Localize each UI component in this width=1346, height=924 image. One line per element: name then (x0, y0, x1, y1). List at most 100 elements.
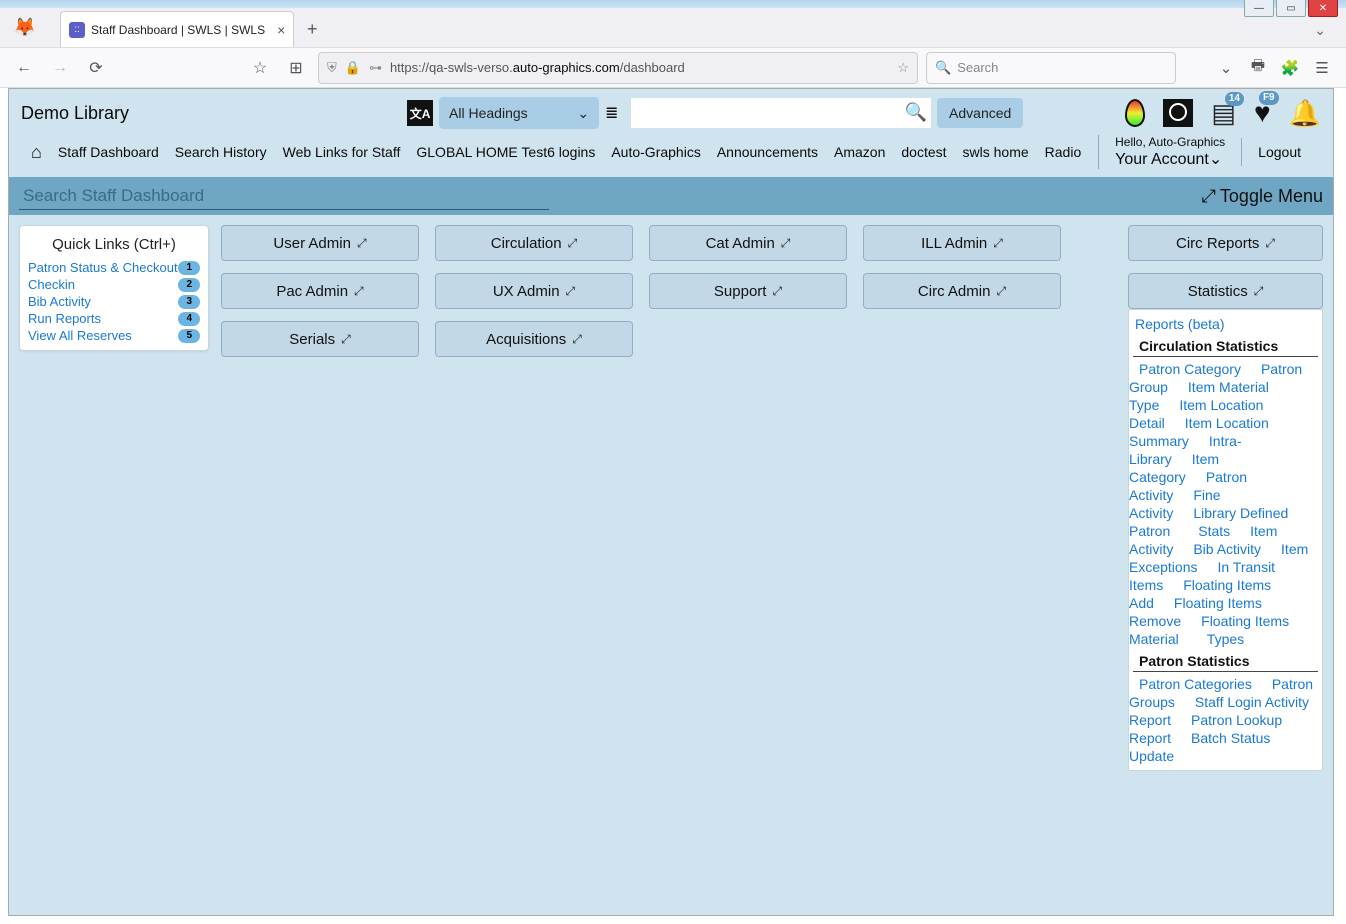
tile-circ-admin[interactable]: Circ Admin (863, 273, 1061, 309)
quicklink-link[interactable]: Run Reports (28, 311, 101, 326)
tile-statistics[interactable]: Statistics (1128, 273, 1323, 309)
database-icon[interactable]: ≣ (605, 103, 625, 123)
close-tab-button[interactable]: × (277, 22, 285, 38)
expand-icon (572, 332, 582, 347)
quicklink-link[interactable]: Patron Status & Checkout (28, 260, 178, 275)
toggle-menu-button[interactable]: ⤢ Toggle Menu (1202, 186, 1323, 207)
circ-stats-header: Circulation Statistics (1133, 334, 1318, 357)
quicklink-key-badge: 4 (178, 312, 200, 326)
extensions-puzzle-icon[interactable]: 🧩 (1276, 54, 1304, 82)
stats-link-cont[interactable]: Types (1189, 629, 1254, 649)
tab-strip: 🦊 :: Staff Dashboard | SWLS | SWLS × + ⌄ (0, 8, 1346, 48)
firefox-icon: 🦊 (10, 12, 40, 42)
dashboard-search-input[interactable] (19, 182, 549, 210)
favorites-icon-wrap[interactable]: ♥ F9 (1254, 97, 1271, 129)
app-nav: ⌂ Staff Dashboard Search History Web Lin… (9, 129, 1333, 177)
extensions-icon[interactable]: ⊞ (282, 54, 310, 82)
new-tab-button[interactable]: + (298, 15, 326, 43)
tiles-grid: User Admin Circulation Cat Admin ILL Admin P… (221, 225, 1116, 357)
tile-serials[interactable]: Serials (221, 321, 419, 357)
browser-toolbar: ← → ⟳ ☆ ⊞ ⛨ 🔒 ⊶ https://qa-swls-verso.au… (0, 48, 1346, 88)
search-cluster: ⽂A All Headings ⌄ ≣ 🔍 Advanced (407, 97, 1023, 129)
tile-ill-admin[interactable]: ILL Admin (863, 225, 1061, 261)
stats-link[interactable]: Patron Category (1129, 359, 1251, 379)
quicklink-key-badge: 1 (178, 261, 200, 275)
quicklink-link[interactable]: View All Reserves (28, 328, 132, 343)
back-button[interactable]: ← (10, 54, 38, 82)
tile-label: Circulation (491, 235, 562, 252)
menu-icon[interactable]: ☰ (1308, 54, 1336, 82)
page-scroll[interactable]: Demo Library ⽂A All Headings ⌄ ≣ 🔍 Advan… (9, 89, 1333, 915)
tile-cat-admin[interactable]: Cat Admin (649, 225, 847, 261)
tile-circ-reports[interactable]: Circ Reports (1128, 225, 1323, 261)
expand-icon (354, 284, 364, 299)
patron-stats-link[interactable]: Patron Categories (1129, 674, 1262, 694)
stats-link[interactable]: Bib Activity (1183, 539, 1271, 559)
headings-select[interactable]: All Headings ⌄ (439, 97, 599, 129)
library-name: Demo Library (21, 103, 129, 124)
quicklink-key-badge: 5 (178, 329, 200, 343)
url-bar[interactable]: ⛨ 🔒 ⊶ https://qa-swls-verso.auto-graphic… (318, 52, 918, 84)
quicklink-link[interactable]: Checkin (28, 277, 75, 292)
camera-search-icon[interactable] (1163, 99, 1193, 127)
close-window-button[interactable]: ✕ (1308, 0, 1338, 17)
tile-circulation[interactable]: Circulation (435, 225, 633, 261)
nav-auto-graphics[interactable]: Auto-Graphics (611, 144, 700, 160)
list-icon-wrap[interactable]: ▤ 14 (1211, 98, 1236, 129)
search-submit-icon[interactable]: 🔍 (905, 102, 927, 123)
reload-button[interactable]: ⟳ (82, 54, 110, 82)
nav-announcements[interactable]: Announcements (717, 144, 818, 160)
translate-icon[interactable]: ⽂A (407, 100, 433, 126)
nav-radio[interactable]: Radio (1045, 144, 1082, 160)
tile-pac-admin[interactable]: Pac Admin (221, 273, 419, 309)
chevron-down-icon: ⌄ (1209, 151, 1222, 168)
catalog-search-input[interactable] (631, 98, 931, 128)
quicklink-link[interactable]: Bib Activity (28, 294, 91, 309)
tabs-dropdown-icon[interactable]: ⌄ (1314, 22, 1326, 39)
lock-icon: 🔒 (345, 60, 361, 76)
forward-button[interactable]: → (46, 54, 74, 82)
tile-label: User Admin (273, 235, 351, 252)
nav-amazon[interactable]: Amazon (834, 144, 885, 160)
tile-acquisitions[interactable]: Acquisitions (435, 321, 633, 357)
nav-web-links[interactable]: Web Links for Staff (283, 144, 401, 160)
nav-swls-home[interactable]: swls home (963, 144, 1029, 160)
right-column: Circ Reports Statistics Reports (beta) C… (1128, 225, 1323, 771)
reports-beta-link[interactable]: Reports (beta) (1129, 314, 1322, 334)
quicklink-item: View All Reserves 5 (20, 327, 208, 344)
tile-user-admin[interactable]: User Admin (221, 225, 419, 261)
balloon-icon[interactable] (1125, 99, 1145, 127)
expand-icon (781, 236, 791, 251)
tile-support[interactable]: Support (649, 273, 847, 309)
chevron-down-icon: ⌄ (577, 105, 589, 122)
patron-stats-header: Patron Statistics (1133, 649, 1318, 672)
nav-global-home[interactable]: GLOBAL HOME Test6 logins (416, 144, 595, 160)
expand-icon (772, 284, 782, 299)
account-block[interactable]: Hello, Auto-Graphics Your Account⌄ (1098, 135, 1225, 169)
home-icon[interactable]: ⌂ (31, 142, 42, 163)
browser-tab[interactable]: :: Staff Dashboard | SWLS | SWLS × (60, 11, 294, 47)
shield-icon: ⛨ (327, 60, 337, 76)
heart-badge: F9 (1259, 91, 1279, 105)
account-dropdown[interactable]: Your Account⌄ (1115, 149, 1225, 169)
toggle-menu-label: Toggle Menu (1220, 186, 1323, 207)
bell-icon[interactable]: 🔔 (1289, 98, 1321, 129)
bookmark-page-icon[interactable]: ☆ (897, 60, 909, 76)
nav-search-history[interactable]: Search History (175, 144, 267, 160)
print-icon[interactable]: 🖶 (1244, 54, 1272, 82)
maximize-button[interactable]: ▭ (1276, 0, 1306, 17)
stats-link-cont[interactable]: Stats (1180, 521, 1240, 541)
headings-select-label: All Headings (449, 105, 528, 121)
browser-search-bar[interactable]: 🔍 Search (926, 52, 1176, 84)
bookmark-star-icon[interactable]: ☆ (246, 54, 274, 82)
minimize-button[interactable]: — (1244, 0, 1274, 17)
tile-ux-admin[interactable]: UX Admin (435, 273, 633, 309)
advanced-search-button[interactable]: Advanced (937, 98, 1023, 128)
pocket-icon[interactable]: ⌄ (1212, 54, 1240, 82)
expand-icon (341, 332, 351, 347)
nav-staff-dashboard[interactable]: Staff Dashboard (58, 144, 159, 160)
quicklinks-title: Quick Links (Ctrl+) (20, 232, 208, 259)
window-buttons: — ▭ ✕ (1244, 0, 1338, 17)
nav-doctest[interactable]: doctest (901, 144, 946, 160)
logout-link[interactable]: Logout (1241, 138, 1321, 166)
